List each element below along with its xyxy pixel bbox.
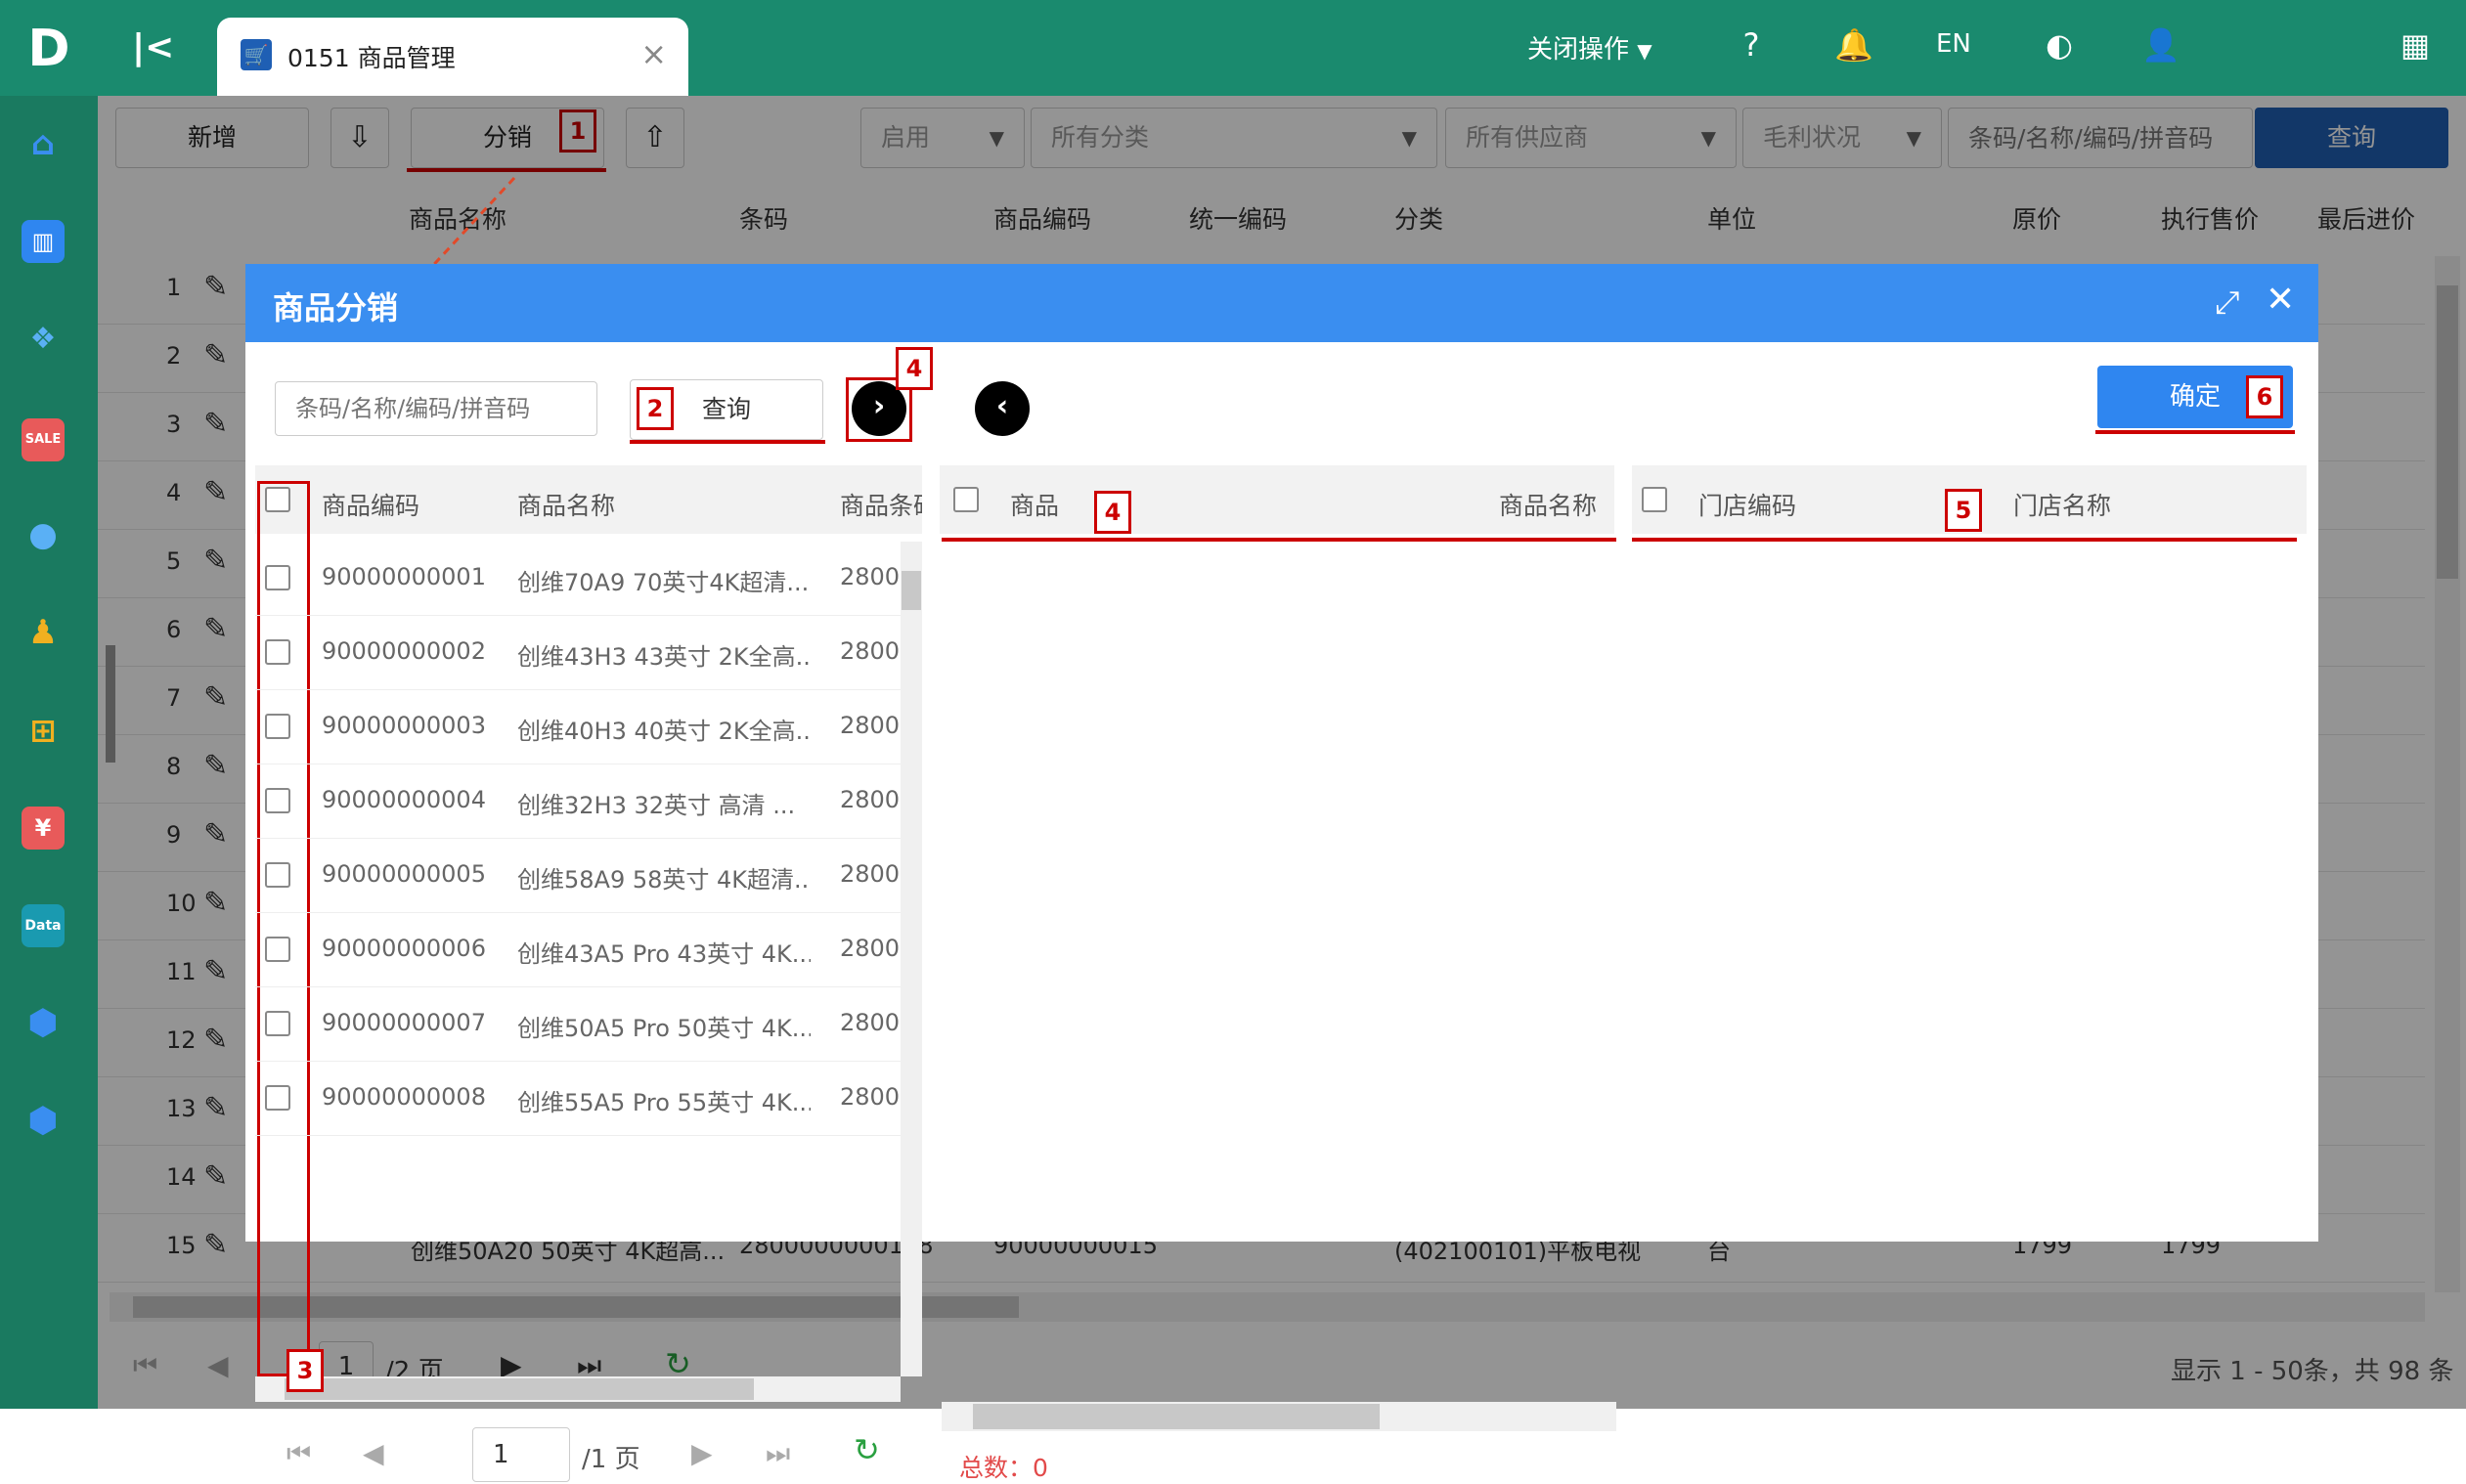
annotation-badge-4b: 4 (1094, 491, 1131, 534)
move-left-button[interactable]: ‹ (975, 381, 1030, 436)
middle-hscroll-thumb[interactable] (973, 1404, 1380, 1429)
collapse-sidebar-icon[interactable]: |< (132, 27, 174, 67)
left-header-name: 商品名称 (517, 492, 616, 520)
product-checkbox[interactable] (265, 788, 290, 813)
bell-icon[interactable]: 🔔 (1834, 25, 1873, 65)
sale-icon[interactable]: SALE (22, 418, 65, 461)
help-icon[interactable]: ? (1732, 25, 1771, 65)
product-code: 90000000002 (322, 637, 486, 665)
annotation-badge-5: 5 (1945, 489, 1982, 532)
product-barcode: 28000 (840, 786, 901, 813)
tab-product-management[interactable]: 🛒 0151 商品管理 × (217, 18, 688, 98)
annotation-underline-5 (1632, 538, 2297, 542)
product-name: 创维50A5 Pro 50英寸 4K... (517, 1015, 811, 1042)
annotation-badge-3: 3 (286, 1349, 324, 1392)
modal-prev-page-icon[interactable]: ◀ (363, 1437, 384, 1469)
globe-icon[interactable]: ● (22, 513, 65, 556)
middle-hscrollbar[interactable] (942, 1402, 1616, 1431)
product-barcode: 28000 (840, 637, 901, 665)
left-vscrollbar[interactable] (901, 542, 922, 1376)
right-select-all-checkbox[interactable] (1642, 487, 1667, 512)
modal-refresh-icon[interactable]: ↻ (854, 1431, 880, 1468)
annotation-badge-4a: 4 (896, 347, 933, 390)
product-name: 创维43H3 43英寸 2K全高... (517, 643, 811, 671)
left-header-code: 商品编码 (322, 492, 420, 520)
annotation-badge-2: 2 (637, 387, 674, 430)
data-icon[interactable]: Data (22, 904, 65, 947)
product-checkbox[interactable] (265, 714, 290, 739)
middle-header-product: 商品 (1010, 492, 1060, 520)
middle-total-count: 总数：0 (959, 1454, 1048, 1482)
annotation-badge-6: 6 (2246, 375, 2283, 418)
cart-icon: 🛒 (241, 39, 272, 70)
modal-total-pages: /1 页 (582, 1445, 640, 1474)
app-logo[interactable]: D (20, 20, 78, 78)
middle-select-all-checkbox[interactable] (953, 487, 979, 512)
annotation-underline-6 (2095, 430, 2295, 434)
product-checkbox[interactable] (265, 862, 290, 888)
left-header-barcode: 商品条码 (840, 492, 922, 520)
product-barcode: 28000 (840, 1083, 901, 1111)
product-code: 90000000004 (322, 786, 486, 813)
product-name: 创维43A5 Pro 43英寸 4K... (517, 940, 811, 968)
product-code: 90000000008 (322, 1083, 486, 1111)
product-checkbox[interactable] (265, 639, 290, 665)
modal-next-page-icon[interactable]: ▶ (691, 1437, 713, 1469)
tab-label: 0151 商品管理 (287, 44, 456, 72)
home-icon[interactable]: ⌂ (22, 122, 65, 165)
product-name: 创维58A9 58英寸 4K超清... (517, 866, 811, 894)
product-code: 90000000003 (322, 712, 486, 739)
annotation-underline-4 (942, 538, 1616, 542)
left-vscroll-thumb[interactable] (902, 571, 921, 610)
product-barcode: 28000 (840, 935, 901, 962)
product-name: 创维55A5 Pro 55英寸 4K... (517, 1089, 811, 1116)
cubes-icon[interactable]: ❖ (22, 318, 65, 361)
left-hscrollbar[interactable] (255, 1376, 901, 1402)
product-barcode: 28000 (840, 1009, 901, 1036)
product-checkbox[interactable] (265, 1085, 290, 1111)
product-name: 创维70A9 70英寸4K超清... (517, 569, 810, 596)
theme-icon[interactable]: ◐ (2040, 25, 2079, 65)
user-icon[interactable]: 👤 (2141, 25, 2180, 65)
right-header-store-name: 门店名称 (2013, 492, 2112, 520)
product-checkbox[interactable] (265, 1011, 290, 1036)
modal-header (245, 264, 2318, 342)
gift-icon[interactable]: ⊞ (22, 709, 65, 752)
modal-page-input[interactable]: 1 (472, 1427, 570, 1482)
hexagon-icon[interactable]: ⬢ (22, 1002, 65, 1045)
product-checkbox[interactable] (265, 937, 290, 962)
left-hscroll-thumb[interactable] (285, 1378, 754, 1400)
product-barcode: 28000 (840, 712, 901, 739)
close-tab-icon[interactable]: × (640, 35, 667, 72)
modal-search-input[interactable] (275, 381, 597, 436)
product-name: 创维32H3 32英寸 高清 ... (517, 792, 796, 819)
product-code: 90000000001 (322, 563, 486, 590)
expand-icon[interactable]: ⤢ (2215, 284, 2240, 322)
hexagon-icon-2[interactable]: ⬢ (22, 1100, 65, 1143)
finance-icon[interactable]: ¥ (22, 807, 65, 850)
distribute-modal: 商品分销 ⤢ ✕ 查询 2 › 4 ‹ 确定 6 商品编码 商品名称 商品条码 … (245, 264, 2318, 1482)
annotation-underline-2 (630, 440, 825, 444)
right-header-store-code: 门店编码 (1698, 492, 1797, 520)
chevron-down-icon: ▼ (1637, 39, 1652, 63)
product-barcode: 28000 (840, 563, 901, 590)
building-icon[interactable]: ▥ (22, 220, 65, 263)
apps-grid-icon[interactable]: ▦ (2396, 25, 2435, 65)
modal-first-page-icon[interactable]: ⏮ (286, 1437, 311, 1470)
language-toggle[interactable]: EN (1936, 29, 1971, 59)
product-code: 90000000006 (322, 935, 486, 962)
product-code: 90000000007 (322, 1009, 486, 1036)
product-code: 90000000005 (322, 860, 486, 888)
close-operation-label: 关闭操作 (1527, 35, 1630, 65)
close-operation-menu[interactable]: 关闭操作 ▼ (1527, 29, 1652, 65)
modal-last-page-icon[interactable]: ⏭ (766, 1437, 790, 1470)
product-name: 创维40H3 40英寸 2K全高... (517, 718, 811, 745)
product-checkbox[interactable] (265, 565, 290, 590)
person-icon[interactable]: ♟ (22, 611, 65, 654)
modal-title: 商品分销 (273, 289, 399, 327)
close-icon[interactable]: ✕ (2266, 280, 2295, 320)
sidebar (0, 96, 98, 1409)
product-barcode: 28000 (840, 860, 901, 888)
middle-header-name: 商品名称 (1499, 492, 1598, 520)
